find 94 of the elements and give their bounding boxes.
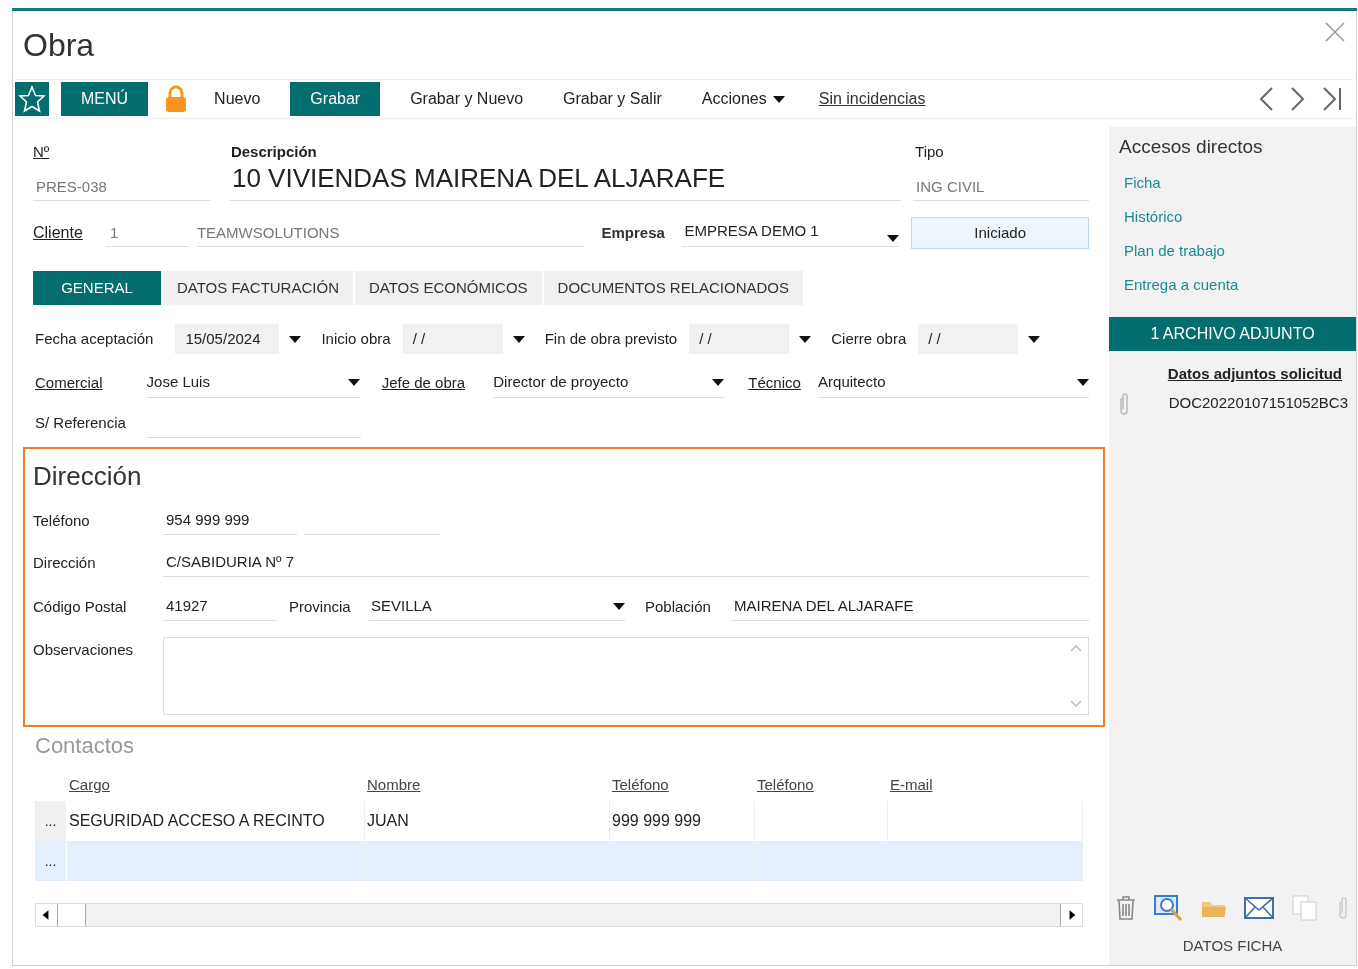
toolbar-button[interactable]: Grabar y Salir [543,82,682,116]
number-link[interactable]: Nº [33,141,211,165]
column-header[interactable]: Nombre [367,776,421,793]
postal-code-field[interactable]: 41927 [163,593,277,621]
file-name[interactable]: DOC20220107151052BC3 [1168,392,1348,415]
column-header[interactable]: Teléfono [612,776,669,793]
field-label: Inicio obra [321,328,391,349]
shortcut-link[interactable]: Ficha [1119,171,1346,206]
tab[interactable]: DATOS ECONÓMICOS [354,271,542,305]
next-icon[interactable] [1290,86,1306,112]
field-label: Fin de obra previsto [544,328,678,349]
tab[interactable]: DATOS FACTURACIÓN [163,271,353,305]
company-dropdown[interactable]: EMPRESA DEMO 1 [682,219,900,247]
favorite-button[interactable] [15,82,49,116]
field-label: Dirección [33,552,97,573]
field-label: Descripción [229,142,318,162]
date-field[interactable]: / / [402,324,503,354]
column-header[interactable]: Cargo [69,776,110,793]
calendar-caret-icon[interactable] [512,335,525,343]
phone-field[interactable]: 954 999 999 [163,507,297,535]
person-dropdown[interactable]: Arquitecto [818,368,1089,398]
number-field: PRES-038 [33,165,211,201]
field-link[interactable]: Jefe de obra [381,371,494,395]
field-label: Empresa [601,222,666,243]
field-label: Fecha aceptación [35,328,154,349]
calendar-caret-icon[interactable] [289,335,302,343]
scroll-left-icon[interactable] [36,904,58,926]
trash-icon[interactable] [1115,894,1137,921]
attachments-link[interactable]: Datos adjuntos solicitud [1167,363,1342,386]
shortcut-link[interactable]: Plan de trabajo [1119,239,1346,274]
horizontal-scrollbar[interactable] [35,903,1083,927]
status-badge: Iniciado [911,217,1089,249]
previous-icon[interactable] [1258,86,1274,112]
tab[interactable]: DOCUMENTOS RELACIONADOS [543,271,804,305]
person-dropdown[interactable]: Director de proyecto [493,368,725,398]
panel-title: Accesos directos [1119,135,1264,159]
toolbar-button[interactable]: Grabar y Nuevo [390,82,544,116]
toolbar-button[interactable]: Nuevo [194,82,281,116]
caret-icon[interactable] [712,379,725,386]
field-link[interactable]: Comercial [35,371,147,395]
field-label: Provincia [289,596,352,617]
caret-icon[interactable] [613,603,625,610]
close-icon[interactable] [1324,21,1346,43]
actions-menu[interactable]: Acciones [681,82,805,116]
field-label: Población [645,596,712,617]
search-icon[interactable] [1154,893,1184,922]
address-field[interactable]: C/SABIDURIA Nº 7 [163,549,1089,577]
date-field[interactable]: / / [689,324,790,354]
caret-icon[interactable] [347,379,360,386]
last-icon[interactable] [1322,86,1342,112]
field-label: Cierre obra [831,328,907,349]
calendar-caret-icon[interactable] [799,335,812,343]
date-field[interactable]: / / [918,324,1019,354]
type-field: ING CIVIL [913,165,1089,201]
field-label: Teléfono [33,510,91,531]
tab[interactable]: GENERAL [33,271,161,305]
field-label: Tipo [914,142,945,162]
row-marker[interactable]: ... [35,801,67,841]
scroll-right-icon[interactable] [1060,904,1082,926]
field-link[interactable]: Técnico [748,371,819,395]
province-dropdown[interactable]: SEVILLA [369,593,625,621]
town-field[interactable]: MAIRENA DEL ALJARAFE [731,593,1089,621]
caret-icon[interactable] [1077,379,1089,386]
star-icon [18,85,46,113]
shortcut-link[interactable]: Histórico [1119,205,1346,240]
field-label: S/ Referencia [35,412,127,433]
field-label: Observaciones [33,640,135,660]
table-row[interactable]: ... [35,841,1083,881]
caret-icon[interactable] [887,235,900,242]
section-title: Contactos [34,732,136,760]
calendar-caret-icon[interactable] [1028,335,1041,343]
column-header[interactable]: Teléfono [757,776,814,793]
mail-icon[interactable] [1244,895,1274,920]
table-row[interactable]: ... SEGURIDAD ACCESO A RECINTO JUAN 999 999 999 [35,801,1083,841]
toolbar-button[interactable]: MENÚ [61,82,149,116]
date-field[interactable]: 15/05/2024 [175,324,280,354]
person-dropdown[interactable]: Jose Luis [146,368,360,398]
paperclip-icon [1117,391,1131,416]
section-title: Dirección [33,460,143,493]
client-link[interactable]: Cliente [33,221,106,245]
panel-footer: DATOS FICHA [1182,934,1283,957]
description-field: 10 VIVIENDAS MAIRENA DEL ALJARAFE [228,165,902,201]
toolbar-button[interactable]: Grabar [290,82,381,116]
scroll-thumb[interactable] [58,904,86,926]
column-header[interactable]: E-mail [890,776,933,793]
client-code-field: 1 [106,219,189,247]
window-title: Obra [23,26,95,65]
shortcut-link[interactable]: Entrega a cuenta [1119,273,1346,308]
client-name-field: TEAMWSOLUTIONS [196,219,584,247]
incidents-link[interactable]: Sin incidencias [818,87,926,111]
field-label: Código Postal [33,596,128,617]
paperclip-icon[interactable] [1336,894,1350,921]
panel-header: 1 ARCHIVO ADJUNTO [1109,317,1356,351]
caret-icon[interactable] [772,95,785,103]
